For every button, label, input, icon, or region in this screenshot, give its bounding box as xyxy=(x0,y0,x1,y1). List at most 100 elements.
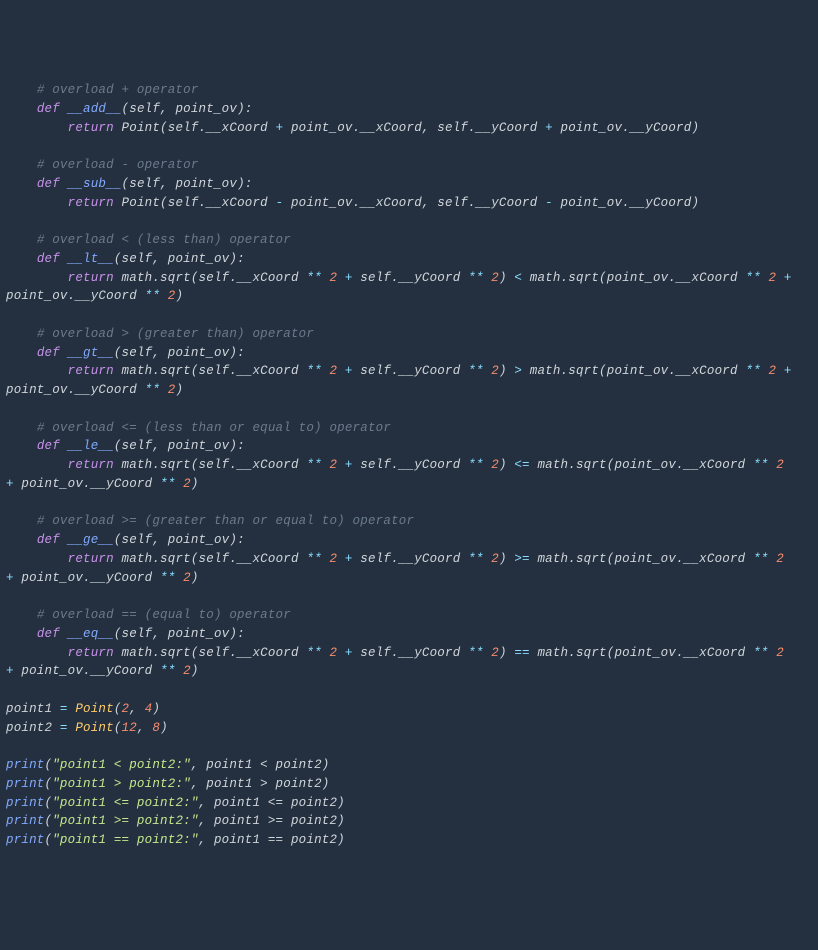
paren: ) xyxy=(499,646,507,660)
operator: ** xyxy=(160,664,175,678)
code-line: point_ov.__yCoord ** 2) xyxy=(6,287,818,306)
method-name: __gt__ xyxy=(68,346,114,360)
expr: math.sqrt(self.__xCoord xyxy=(114,364,307,378)
keyword-return: return xyxy=(68,458,114,472)
number: 2 xyxy=(329,552,337,566)
builtin-print: print xyxy=(6,814,45,828)
code-line: return Point(self.__xCoord - point_ov.__… xyxy=(6,194,818,213)
number: 2 xyxy=(491,552,499,566)
code-line: # overload < (less than) operator xyxy=(6,231,818,250)
code-line: return math.sqrt(self.__xCoord ** 2 + se… xyxy=(6,269,818,288)
operator: + xyxy=(345,458,353,472)
paren: ) xyxy=(499,364,507,378)
code-line: return math.sqrt(self.__xCoord ** 2 + se… xyxy=(6,456,818,475)
code-line: + point_ov.__yCoord ** 2) xyxy=(6,475,818,494)
number: 2 xyxy=(491,364,499,378)
keyword-def: def xyxy=(37,533,60,547)
keyword-return: return xyxy=(68,552,114,566)
number: 2 xyxy=(769,364,777,378)
expr: math.sqrt(self.__xCoord xyxy=(114,552,307,566)
number: 2 xyxy=(491,458,499,472)
comment: # overload == (equal to) operator xyxy=(37,608,291,622)
operator: ** xyxy=(145,289,160,303)
builtin-print: print xyxy=(6,777,45,791)
operator: ** xyxy=(468,458,483,472)
operator: + xyxy=(6,477,14,491)
operator: < xyxy=(514,271,522,285)
operator: ** xyxy=(306,646,321,660)
operator: ** xyxy=(753,646,768,660)
keyword-def: def xyxy=(37,177,60,191)
operator: <= xyxy=(514,458,529,472)
operator: ** xyxy=(160,571,175,585)
expr: point_ov.__xCoord, self.__yCoord xyxy=(283,196,545,210)
operator: - xyxy=(545,196,553,210)
keyword-return: return xyxy=(68,196,114,210)
code-line: point2 = Point(12, 8) xyxy=(6,719,818,738)
paren: ) xyxy=(175,383,183,397)
number: 12 xyxy=(122,721,137,735)
operator: = xyxy=(60,702,68,716)
code-line: return math.sqrt(self.__xCoord ** 2 + se… xyxy=(6,362,818,381)
comment: # overload <= (less than or equal to) op… xyxy=(37,421,391,435)
operator: ** xyxy=(306,458,321,472)
expr: , point1 < point2) xyxy=(191,758,330,772)
method-name: __add__ xyxy=(68,102,122,116)
method-name: __lt__ xyxy=(68,252,114,266)
paren: ) xyxy=(191,664,199,678)
operator: ** xyxy=(306,271,321,285)
keyword-def: def xyxy=(37,627,60,641)
code-line: # overload == (equal to) operator xyxy=(6,606,818,625)
keyword-return: return xyxy=(68,364,114,378)
method-name: __eq__ xyxy=(68,627,114,641)
keyword-return: return xyxy=(68,121,114,135)
number: 2 xyxy=(329,364,337,378)
code-line: def __eq__(self, point_ov): xyxy=(6,625,818,644)
code-line: print("point1 <= point2:", point1 <= poi… xyxy=(6,794,818,813)
params: (self, point_ov): xyxy=(114,439,245,453)
method-name: __sub__ xyxy=(68,177,122,191)
code-line: # overload > (greater than) operator xyxy=(6,325,818,344)
expr: self.__yCoord xyxy=(353,271,469,285)
expr: math.sqrt(point_ov.__xCoord xyxy=(530,646,753,660)
operator: ** xyxy=(306,552,321,566)
expr: Point(self.__xCoord xyxy=(114,196,276,210)
operator: + xyxy=(6,664,14,678)
blank-line xyxy=(6,212,818,231)
params: (self, point_ov): xyxy=(114,627,245,641)
number: 2 xyxy=(769,271,777,285)
number: 2 xyxy=(776,552,784,566)
number: 2 xyxy=(329,646,337,660)
code-line: + point_ov.__yCoord ** 2) xyxy=(6,569,818,588)
keyword-def: def xyxy=(37,439,60,453)
operator: + xyxy=(784,271,792,285)
expr: , point1 >= point2) xyxy=(199,814,345,828)
paren: ) xyxy=(499,271,507,285)
paren: ) xyxy=(152,702,160,716)
blank-line xyxy=(6,681,818,700)
blank-line xyxy=(6,400,818,419)
expr: self.__yCoord xyxy=(353,552,469,566)
code-line: return math.sqrt(self.__xCoord ** 2 + se… xyxy=(6,644,818,663)
number: 2 xyxy=(491,646,499,660)
code-line: print("point1 > point2:", point1 > point… xyxy=(6,775,818,794)
keyword-return: return xyxy=(68,271,114,285)
code-editor[interactable]: # overload + operator def __add__ (self, … xyxy=(6,81,818,850)
identifier: point1 xyxy=(6,702,60,716)
number: 8 xyxy=(152,721,160,735)
code-line: point1 = Point(2, 4) xyxy=(6,700,818,719)
expr: self.__yCoord xyxy=(353,458,469,472)
expr: point_ov.__yCoord xyxy=(21,477,160,491)
operator: ** xyxy=(468,364,483,378)
comma: , xyxy=(129,702,144,716)
code-line: # overload >= (greater than or equal to)… xyxy=(6,512,818,531)
string: "point1 <= point2:" xyxy=(52,796,198,810)
comment: # overload + operator xyxy=(37,83,199,97)
comment: # overload >= (greater than or equal to)… xyxy=(37,514,414,528)
operator: + xyxy=(345,271,353,285)
operator: + xyxy=(545,121,553,135)
keyword-def: def xyxy=(37,102,60,116)
number: 2 xyxy=(329,458,337,472)
operator: ** xyxy=(306,364,321,378)
params: (self, point_ov): xyxy=(122,177,253,191)
